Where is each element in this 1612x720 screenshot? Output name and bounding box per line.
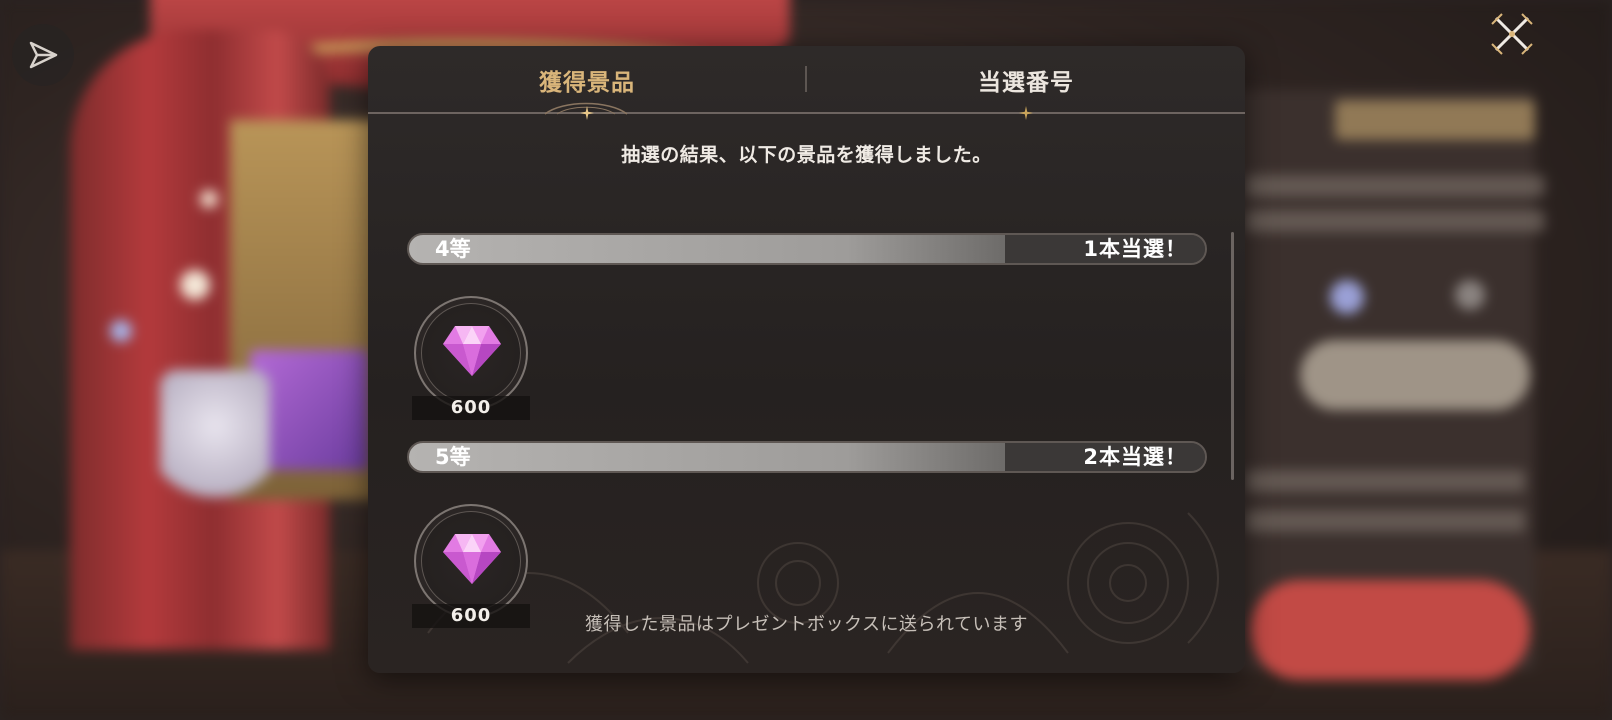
prize-quantity: 600: [450, 397, 492, 418]
prize-win-count: 1本当選！: [1083, 237, 1187, 261]
tab-winning-numbers-label: 当選番号: [978, 70, 1074, 96]
close-button[interactable]: [1490, 12, 1534, 56]
tab-bar: 獲得景品 当選番号: [368, 46, 1245, 120]
game-screen: 獲得景品 当選番号 抽選の結果、以下の景品を獲得しました。 4等 1本当選！ 6…: [0, 0, 1612, 720]
close-icon: [1491, 13, 1533, 55]
prize-rank-bar: 4等 1本当選！: [407, 233, 1207, 265]
prize-rank-bar: 5等 2本当選！: [407, 441, 1207, 473]
prize-list[interactable]: 4等 1本当選！ 600 5等 2本当選！ 600: [368, 176, 1245, 628]
active-tab-star-icon: [580, 106, 594, 120]
prize-win-count: 2本当選！: [1083, 445, 1187, 469]
footer-note: 獲得した景品はプレゼントボックスに送られています: [585, 614, 1028, 635]
inactive-tab-star-icon: [1019, 106, 1033, 120]
prize-item[interactable]: 600: [412, 296, 530, 424]
result-headline: 抽選の結果、以下の景品を獲得しました。: [621, 144, 992, 166]
prize-rank-label: 5等: [435, 445, 471, 469]
tab-prizes-label: 獲得景品: [539, 70, 635, 96]
scrollbar[interactable]: [1231, 232, 1234, 480]
pink-gem-icon: [443, 534, 501, 584]
prize-rank-label: 4等: [435, 237, 471, 261]
pink-gem-icon: [443, 326, 501, 376]
share-icon: [29, 41, 58, 69]
share-button[interactable]: [12, 24, 74, 86]
lottery-result-dialog: 獲得景品 当選番号 抽選の結果、以下の景品を獲得しました。 4等 1本当選！ 6…: [368, 46, 1245, 673]
tab-winning-numbers[interactable]: 当選番号: [807, 46, 1245, 114]
